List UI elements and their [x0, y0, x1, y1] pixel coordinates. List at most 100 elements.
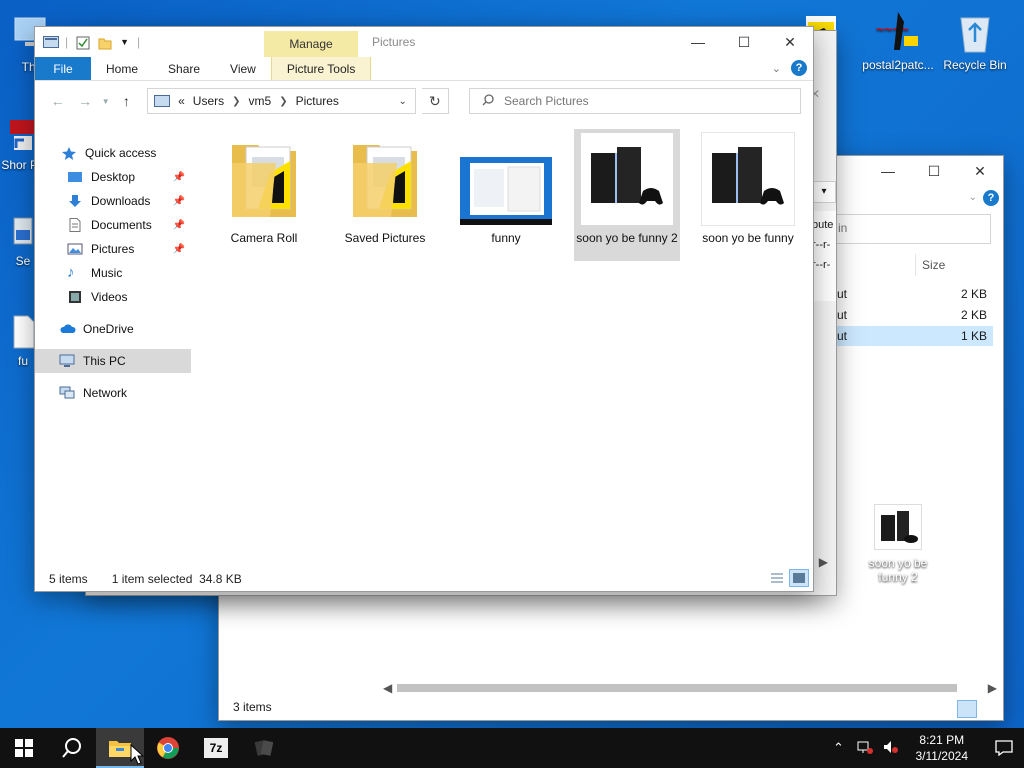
postal2-icon: ~~~~ [870, 6, 926, 54]
nav-label: Desktop [91, 170, 136, 184]
up-arrow-icon[interactable]: ↑ [116, 93, 137, 109]
close-button[interactable]: ✕ [957, 156, 1003, 186]
nav-label: Videos [91, 290, 128, 304]
tab-view[interactable]: View [215, 57, 271, 80]
network-status-icon[interactable] [856, 740, 874, 757]
close-button[interactable]: ✕ [767, 27, 813, 57]
back-file-row-selected[interactable]: ut 1 KB [833, 326, 993, 346]
file-item-image-selected[interactable]: soon yo be funny 2 [574, 129, 680, 261]
customize-qat-icon[interactable]: ▼ [120, 37, 129, 47]
nav-item-music[interactable]: ♪ Music [35, 261, 191, 285]
large-icons-view-button[interactable] [979, 700, 999, 718]
pin-icon: 📌 [172, 171, 185, 183]
refresh-icon[interactable]: ↻ [421, 88, 449, 114]
recent-locations-icon[interactable]: ▼ [102, 97, 110, 106]
nav-onedrive[interactable]: OneDrive [35, 317, 191, 341]
scrollbar-thumb[interactable] [397, 684, 957, 692]
large-icons-view-button[interactable] [789, 569, 809, 587]
back-arrow-icon[interactable]: ← [47, 93, 68, 109]
back-file-row[interactable]: ut 2 KB [833, 284, 993, 304]
tab-share[interactable]: Share [153, 57, 215, 80]
taskbar-7zip[interactable]: 7z [192, 728, 240, 768]
nav-this-pc[interactable]: This PC [35, 349, 191, 373]
file-item-image[interactable]: soon yo be funny [695, 129, 801, 261]
row-size: 1 KB [960, 329, 987, 343]
breadcrumb-vm5[interactable]: vm5 [249, 94, 272, 108]
nav-item-downloads[interactable]: Downloads 📌 [35, 189, 191, 213]
file-item-folder[interactable]: Saved Pictures [332, 129, 438, 261]
forward-arrow-icon[interactable]: → [74, 93, 95, 109]
back-search-text: in [838, 221, 848, 235]
show-hidden-icons-chevron-icon[interactable]: ⌃ [830, 740, 848, 756]
help-icon[interactable]: ? [791, 60, 807, 76]
minimize-button[interactable]: — [675, 27, 721, 57]
file-item-image[interactable]: funny [453, 129, 559, 261]
tab-home[interactable]: Home [91, 57, 153, 80]
status-bar: 5 items 1 item selected 34.8 KB [35, 567, 813, 591]
help-icon[interactable]: ? [983, 190, 999, 206]
breadcrumb-overflow[interactable]: « [178, 94, 185, 108]
volume-muted-icon[interactable] [882, 740, 900, 757]
quick-access-toolbar: | ▼ | [35, 27, 140, 57]
breadcrumb-separator-icon[interactable]: ❯ [279, 96, 287, 107]
screenshot-thumbnail-icon [460, 133, 552, 225]
nav-item-videos[interactable]: Videos [35, 285, 191, 309]
details-view-button[interactable] [767, 569, 787, 587]
expand-ribbon-icon[interactable]: ⌄ [969, 192, 977, 203]
pictures-explorer-window[interactable]: | ▼ | Manage Pictures — ☐ ✕ File Home Sh… [34, 26, 814, 592]
start-button[interactable] [0, 728, 48, 768]
maximize-button[interactable]: ☐ [721, 27, 767, 57]
expand-ribbon-icon[interactable]: ⌄ [772, 62, 781, 75]
row-size: 2 KB [960, 287, 987, 301]
tab-manage[interactable]: Manage [264, 31, 358, 57]
network-icon [59, 386, 75, 400]
tab-file[interactable]: File [35, 57, 91, 80]
desktop-icon-postal2[interactable]: ~~~~ postal2patc... [858, 6, 938, 72]
desktop-icon-recycle-bin[interactable]: Recycle Bin [938, 10, 1012, 72]
search-input[interactable]: Search Pictures [468, 88, 801, 114]
back-window-caption-buttons: — ☐ ✕ [865, 156, 1003, 186]
nav-label: Pictures [91, 242, 135, 256]
nav-network[interactable]: Network [35, 381, 191, 405]
clock[interactable]: 8:21 PM 3/11/2024 [908, 732, 977, 764]
search-icon [62, 738, 81, 758]
properties-icon[interactable] [76, 36, 90, 50]
breadcrumb-separator-icon[interactable]: ❯ [232, 96, 240, 107]
file-item-folder[interactable]: Camera Roll [211, 129, 317, 261]
horizontal-scrollbar[interactable]: ◀ ▶ [379, 680, 1001, 696]
nav-quick-access[interactable]: Quick access [35, 141, 191, 165]
details-view-button[interactable] [957, 700, 977, 718]
scroll-left-icon[interactable]: ◀ [383, 681, 392, 695]
back-file-row[interactable]: ut 2 KB [833, 305, 993, 325]
nav-label: Documents [91, 218, 152, 232]
address-dropdown-icon[interactable]: ⌄ [391, 96, 415, 107]
tab-picture-tools[interactable]: Picture Tools [270, 57, 372, 80]
breadcrumb-pictures[interactable]: Pictures [296, 94, 339, 108]
breadcrumb-users[interactable]: Users [193, 94, 224, 108]
documents-icon [67, 218, 83, 232]
nav-item-pictures[interactable]: Pictures 📌 [35, 237, 191, 261]
back-search-input[interactable]: in [833, 214, 991, 244]
address-bar[interactable]: « Users ❯ vm5 ❯ Pictures ⌄ [147, 88, 416, 114]
taskbar-solitaire[interactable] [240, 728, 288, 768]
back-window-file-ps4[interactable]: soon yo be funny 2 [855, 500, 941, 590]
nav-item-documents[interactable]: Documents 📌 [35, 213, 191, 237]
column-header-size[interactable]: Size [915, 254, 993, 276]
new-folder-icon[interactable] [98, 36, 112, 50]
scroll-right-icon[interactable]: ▶ [988, 681, 997, 695]
folder-icon [339, 133, 431, 225]
item-count: 3 items [233, 700, 272, 714]
search-button[interactable] [48, 728, 96, 768]
maximize-button[interactable]: ☐ [911, 156, 957, 186]
mid-dd-fragment[interactable]: ▾ [812, 181, 836, 203]
scroll-right-icon[interactable]: ▶ [819, 555, 828, 569]
taskbar-chrome[interactable] [144, 728, 192, 768]
nav-item-desktop[interactable]: Desktop 📌 [35, 165, 191, 189]
title-bar[interactable]: | ▼ | Manage Pictures — ☐ ✕ [35, 27, 813, 57]
this-pc-small-icon [154, 95, 171, 107]
action-center-icon[interactable] [984, 728, 1024, 768]
recycle-bin-icon [955, 10, 995, 54]
minimize-button[interactable]: — [865, 156, 911, 186]
